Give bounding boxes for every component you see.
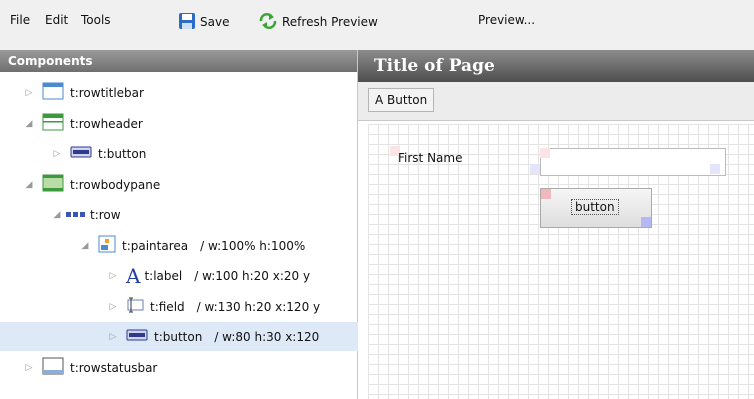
page-title: Title of Page <box>358 50 754 82</box>
tree-item-label: t:rowbodypane <box>70 177 161 192</box>
paint-area-grid: First Name button <box>368 124 754 399</box>
tree-item-rowheader[interactable]: ◢ t:rowheader <box>0 109 379 138</box>
floppy-disk-icon <box>178 12 196 33</box>
tree-item-button[interactable]: ▷ t:button <box>0 139 407 168</box>
tools-menu[interactable]: Tools <box>81 13 111 27</box>
preview-menu[interactable]: Preview... <box>478 13 535 27</box>
tree-item-props: / w:80 h:30 x:120 <box>214 329 320 344</box>
tree-item-rowstatusbar[interactable]: ▷ t:rowstatusbar <box>0 353 379 382</box>
collapsed-triangle-icon[interactable]: ▷ <box>106 302 120 312</box>
header-toolbar: A Button <box>358 82 754 121</box>
edit-menu[interactable]: Edit <box>45 13 68 27</box>
file-menu[interactable]: File <box>10 13 30 27</box>
refresh-icon <box>258 12 278 33</box>
collapsed-triangle-icon[interactable]: ▷ <box>50 149 64 159</box>
row-icon <box>66 208 86 222</box>
button-marker-top-left <box>541 189 551 199</box>
rowstatusbar-icon <box>42 357 64 378</box>
tree-item-rowbodypane[interactable]: ◢ t:rowbodypane <box>0 170 379 199</box>
tree-item-label: t:button <box>98 146 147 161</box>
expanded-triangle-icon[interactable]: ◢ <box>22 119 36 129</box>
refresh-preview-label: Refresh Preview <box>282 15 378 29</box>
preview-button-label: button <box>571 199 619 215</box>
save-button-label: Save <box>200 15 230 29</box>
tree-item-label: t:rowtitlebar <box>70 85 144 100</box>
first-name-field[interactable] <box>540 148 726 176</box>
button-marker-bottom-right <box>641 217 651 227</box>
field-marker-bottom-left <box>530 164 540 174</box>
tree-item-label: t:rowstatusbar <box>70 360 158 375</box>
tree-item-label: t:label <box>144 268 183 283</box>
tree-item-label: t:row <box>90 207 121 222</box>
label-icon: A <box>126 263 141 288</box>
tree-item-props: / w:100 h:20 x:20 y <box>194 268 311 283</box>
field-icon <box>126 296 144 317</box>
rowbodypane-icon <box>42 174 64 195</box>
collapsed-triangle-icon[interactable]: ▷ <box>106 271 120 281</box>
tree-item-label: t:button <box>154 329 203 344</box>
paintarea-icon <box>98 235 116 256</box>
expanded-triangle-icon[interactable]: ◢ <box>78 241 92 251</box>
a-button[interactable]: A Button <box>368 88 435 112</box>
tree-item-rowtitlebar[interactable]: ▷ t:rowtitlebar <box>0 78 379 107</box>
button-icon <box>126 329 148 344</box>
field-marker-bottom-right <box>710 164 720 174</box>
preview-panel: Title of Page A Button First Name button <box>358 50 754 399</box>
rowheader-icon <box>42 113 64 134</box>
button-icon <box>70 146 92 161</box>
tree-item-props: / w:100% h:100% <box>200 238 306 253</box>
tree-item-props: / w:130 h:20 x:120 y <box>196 299 321 314</box>
expanded-triangle-icon[interactable]: ◢ <box>50 210 64 220</box>
save-button[interactable]: Save <box>178 9 229 35</box>
first-name-label: First Name <box>398 151 463 165</box>
tree-item-label: t:paintarea <box>122 238 189 253</box>
collapsed-triangle-icon[interactable]: ▷ <box>22 88 36 98</box>
field-marker-top-left <box>540 148 550 158</box>
collapsed-triangle-icon[interactable]: ▷ <box>22 363 36 373</box>
rowtitlebar-icon <box>42 82 64 103</box>
preview-button[interactable]: button <box>540 188 652 228</box>
menubar: File Edit Tools Save Refresh Preview Pre… <box>0 0 754 46</box>
tree-item-label: t:field <box>150 299 185 314</box>
tree-item-label: t:rowheader <box>70 116 143 131</box>
collapsed-triangle-icon[interactable]: ▷ <box>106 332 120 342</box>
components-panel: Components ▷ t:rowtitlebar ◢ t:rowheader… <box>0 50 463 399</box>
tree-item-row[interactable]: ◢ t:row <box>0 200 407 229</box>
components-header: Components <box>0 50 357 72</box>
refresh-preview-button[interactable]: Refresh Preview <box>258 9 378 35</box>
expanded-triangle-icon[interactable]: ◢ <box>22 180 36 190</box>
